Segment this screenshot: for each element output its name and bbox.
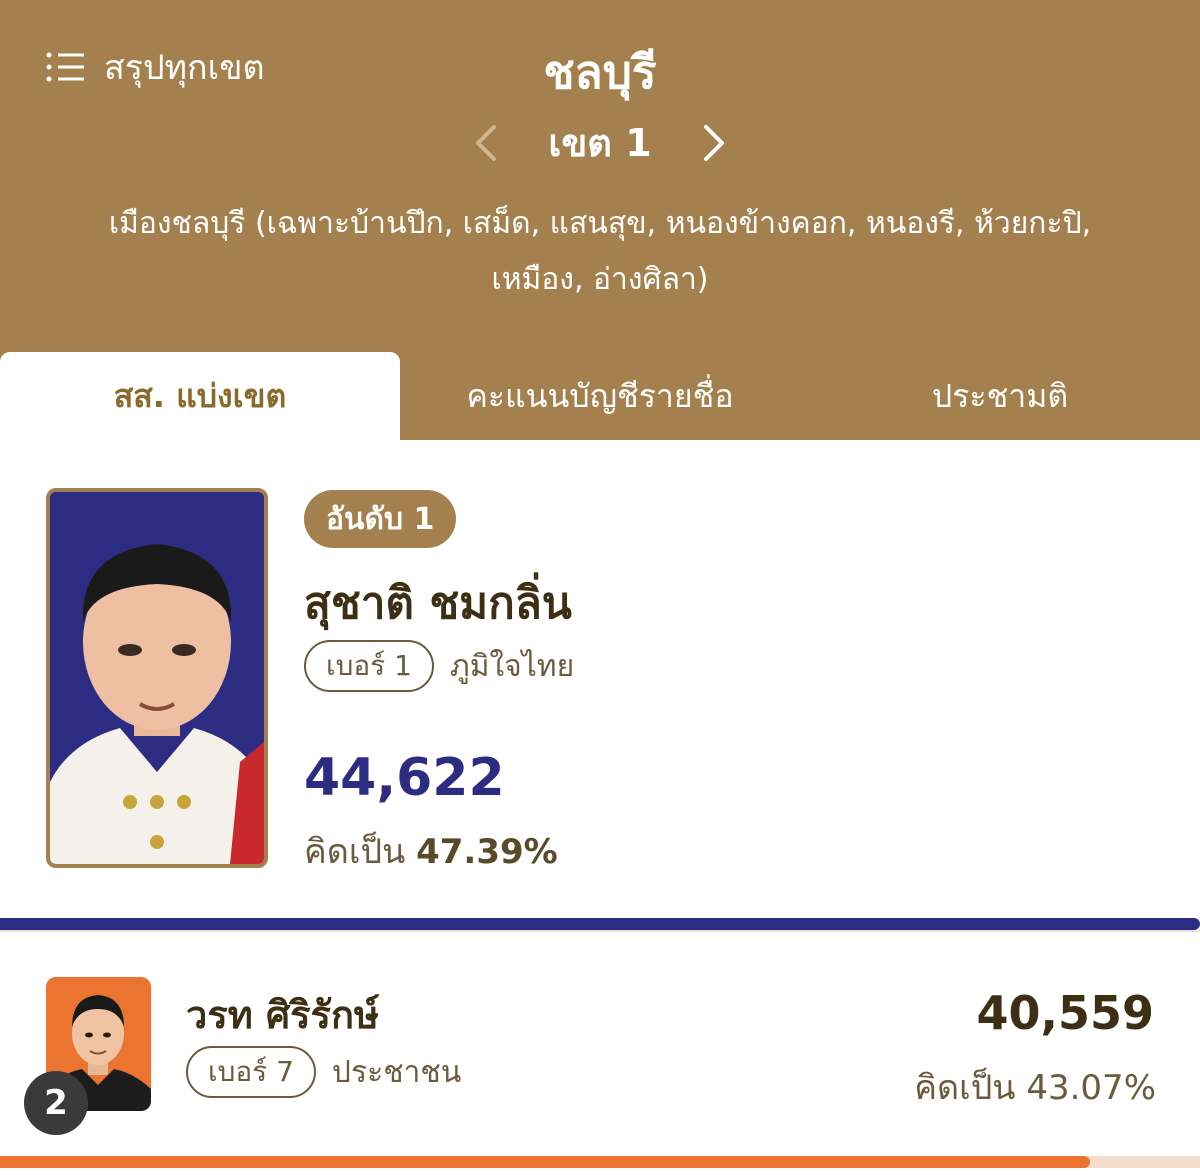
winner-vote-bar bbox=[0, 918, 1200, 930]
winner-card[interactable]: อันดับ 1 สุชาติ ชมกลิ่น เบอร์ 1 ภูมิใจไท… bbox=[0, 440, 1200, 920]
tab-constituency-mp[interactable]: สส. แบ่งเขต bbox=[0, 352, 400, 440]
runner-up-card[interactable]: 2 วรท ศิริรักษ์ เบอร์ 7 ประชาชน 40,559 ค… bbox=[0, 932, 1200, 1175]
runner-up-vote-bar bbox=[0, 1156, 1090, 1168]
tab-bar: สส. แบ่งเขต คะแนนบัญชีรายชื่อ ประชามติ bbox=[0, 352, 1200, 440]
district-selector: เขต 1 bbox=[0, 112, 1200, 173]
candidate-name: วรท ศิริรักษ์ bbox=[186, 993, 380, 1037]
percent-value: 47.39% bbox=[416, 832, 558, 872]
percent-prefix: คิดเป็น bbox=[304, 832, 406, 872]
tab-referendum[interactable]: ประชามติ bbox=[800, 352, 1200, 440]
candidate-number-badge: เบอร์ 7 bbox=[186, 1046, 316, 1098]
candidate-number-badge: เบอร์ 1 bbox=[304, 640, 434, 692]
vote-count: 44,622 bbox=[304, 748, 505, 808]
province-title: ชลบุรี bbox=[543, 45, 657, 99]
candidate-portrait-icon bbox=[50, 492, 264, 864]
vote-count: 40,559 bbox=[976, 986, 1154, 1040]
chevron-left-icon[interactable] bbox=[472, 121, 500, 165]
vote-percentage: คิดเป็น 43.07% bbox=[914, 1068, 1156, 1108]
district-label: เขต 1 bbox=[548, 121, 652, 165]
candidate-meta: เบอร์ 1 ภูมิใจไทย bbox=[304, 640, 574, 692]
vote-percentage: คิดเป็น 47.39% bbox=[304, 824, 558, 878]
candidate-meta: เบอร์ 7 ประชาชน bbox=[186, 1046, 461, 1098]
party-name: ประชาชน bbox=[331, 1054, 462, 1090]
rank-badge: อันดับ 1 bbox=[304, 490, 457, 548]
header: สรุปทุกเขต ชลบุรี เขต 1 เมืองชลบุรี (เฉพ… bbox=[0, 0, 1200, 440]
party-name: ภูมิใจไทย bbox=[449, 648, 575, 684]
area-description: เมืองชลบุรี (เฉพาะบ้านปึก, เสม็ด, แสนสุข… bbox=[108, 206, 1092, 297]
winner-photo bbox=[46, 488, 268, 868]
candidate-name: สุชาติ ชมกลิ่น bbox=[304, 578, 572, 629]
chevron-right-icon[interactable] bbox=[700, 121, 728, 165]
tab-party-list-score[interactable]: คะแนนบัญชีรายชื่อ bbox=[400, 352, 800, 440]
rank-circle: 2 bbox=[24, 1071, 88, 1135]
